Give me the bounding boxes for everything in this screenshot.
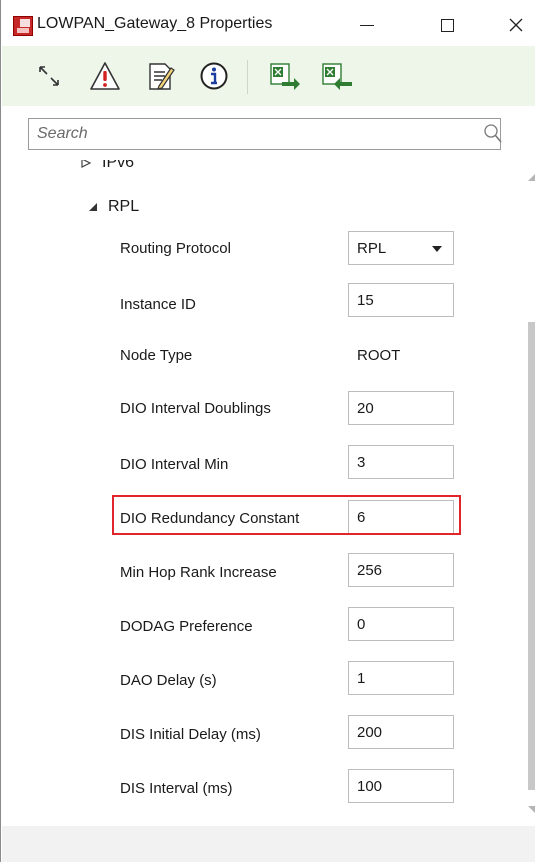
info-icon: [200, 62, 228, 90]
dio-redundancy-constant-input[interactable]: [348, 500, 454, 534]
property-grid: IPv6 RPL Routing Protocol RPL Instance I…: [2, 160, 535, 828]
dodag-preference-input[interactable]: [348, 607, 454, 641]
maximize-button[interactable]: [427, 10, 467, 40]
search-input[interactable]: [37, 119, 457, 149]
dio-interval-min-label: DIO Interval Min: [120, 456, 229, 473]
scrollbar-thumb[interactable]: [528, 322, 535, 790]
min-hop-rank-increase-input[interactable]: [348, 553, 454, 587]
warning-icon: [90, 62, 120, 90]
group-ipv6[interactable]: IPv6: [80, 160, 134, 172]
import-excel-button[interactable]: [320, 59, 354, 93]
dis-interval-input[interactable]: [348, 769, 454, 803]
instance-id-input[interactable]: [348, 283, 454, 317]
warning-button[interactable]: [88, 59, 122, 93]
title-bar: LOWPAN_Gateway_8 Properties: [1, 0, 535, 46]
expand-collapse-icon: [39, 66, 59, 86]
window-title: LOWPAN_Gateway_8 Properties: [37, 15, 273, 32]
maximize-icon: [440, 18, 454, 32]
dio-interval-doublings-input[interactable]: [348, 391, 454, 425]
app-logo-icon: [13, 16, 33, 36]
dis-initial-delay-input[interactable]: [348, 715, 454, 749]
excel-import-icon: [322, 63, 352, 90]
instance-id-label: Instance ID: [120, 296, 196, 313]
dao-delay-input[interactable]: [348, 661, 454, 695]
node-type-label: Node Type: [120, 347, 193, 364]
edit-document-button[interactable]: [143, 59, 177, 93]
dis-initial-delay-label: DIS Initial Delay (ms): [120, 726, 261, 743]
group-label: RPL: [108, 198, 140, 215]
dio-interval-doublings-label: DIO Interval Doublings: [120, 400, 271, 417]
search-box: [28, 118, 503, 150]
close-icon: [509, 18, 523, 32]
group-label: IPv6: [102, 160, 135, 171]
minimize-button[interactable]: [347, 10, 387, 40]
group-rpl[interactable]: RPL: [88, 198, 139, 216]
dio-interval-min-input[interactable]: [348, 445, 454, 479]
node-type-value: ROOT: [357, 347, 401, 364]
properties-window: LOWPAN_Gateway_8 Properties Search IPv6 …: [0, 0, 535, 862]
info-button[interactable]: [197, 59, 231, 93]
export-excel-button[interactable]: [268, 59, 302, 93]
chevron-down-icon: [432, 246, 442, 252]
toolbar-separator: [247, 60, 248, 94]
min-hop-rank-increase-label: Min Hop Rank Increase: [120, 564, 277, 581]
scroll-down-icon[interactable]: [527, 806, 535, 814]
routing-protocol-label: Routing Protocol: [120, 240, 231, 257]
dodag-preference-label: DODAG Preference: [120, 618, 253, 635]
close-button[interactable]: [496, 10, 535, 40]
excel-export-icon: [270, 63, 300, 90]
scroll-up-icon[interactable]: [527, 173, 535, 181]
routing-protocol-select[interactable]: RPL: [348, 231, 454, 265]
footer-bar: [2, 826, 535, 862]
routing-protocol-value: RPL: [357, 240, 387, 257]
search-icon[interactable]: [483, 123, 503, 145]
edit-document-icon: [149, 63, 175, 90]
toolbar: [2, 46, 535, 106]
collapse-arrow-icon: [89, 203, 97, 211]
expand-collapse-button[interactable]: [32, 59, 66, 93]
minimize-icon: [360, 24, 374, 26]
expand-arrow-icon: [81, 160, 92, 168]
dio-redundancy-constant-label: DIO Redundancy Constant: [120, 510, 300, 527]
dis-interval-label: DIS Interval (ms): [120, 780, 233, 797]
dao-delay-label: DAO Delay (s): [120, 672, 217, 689]
